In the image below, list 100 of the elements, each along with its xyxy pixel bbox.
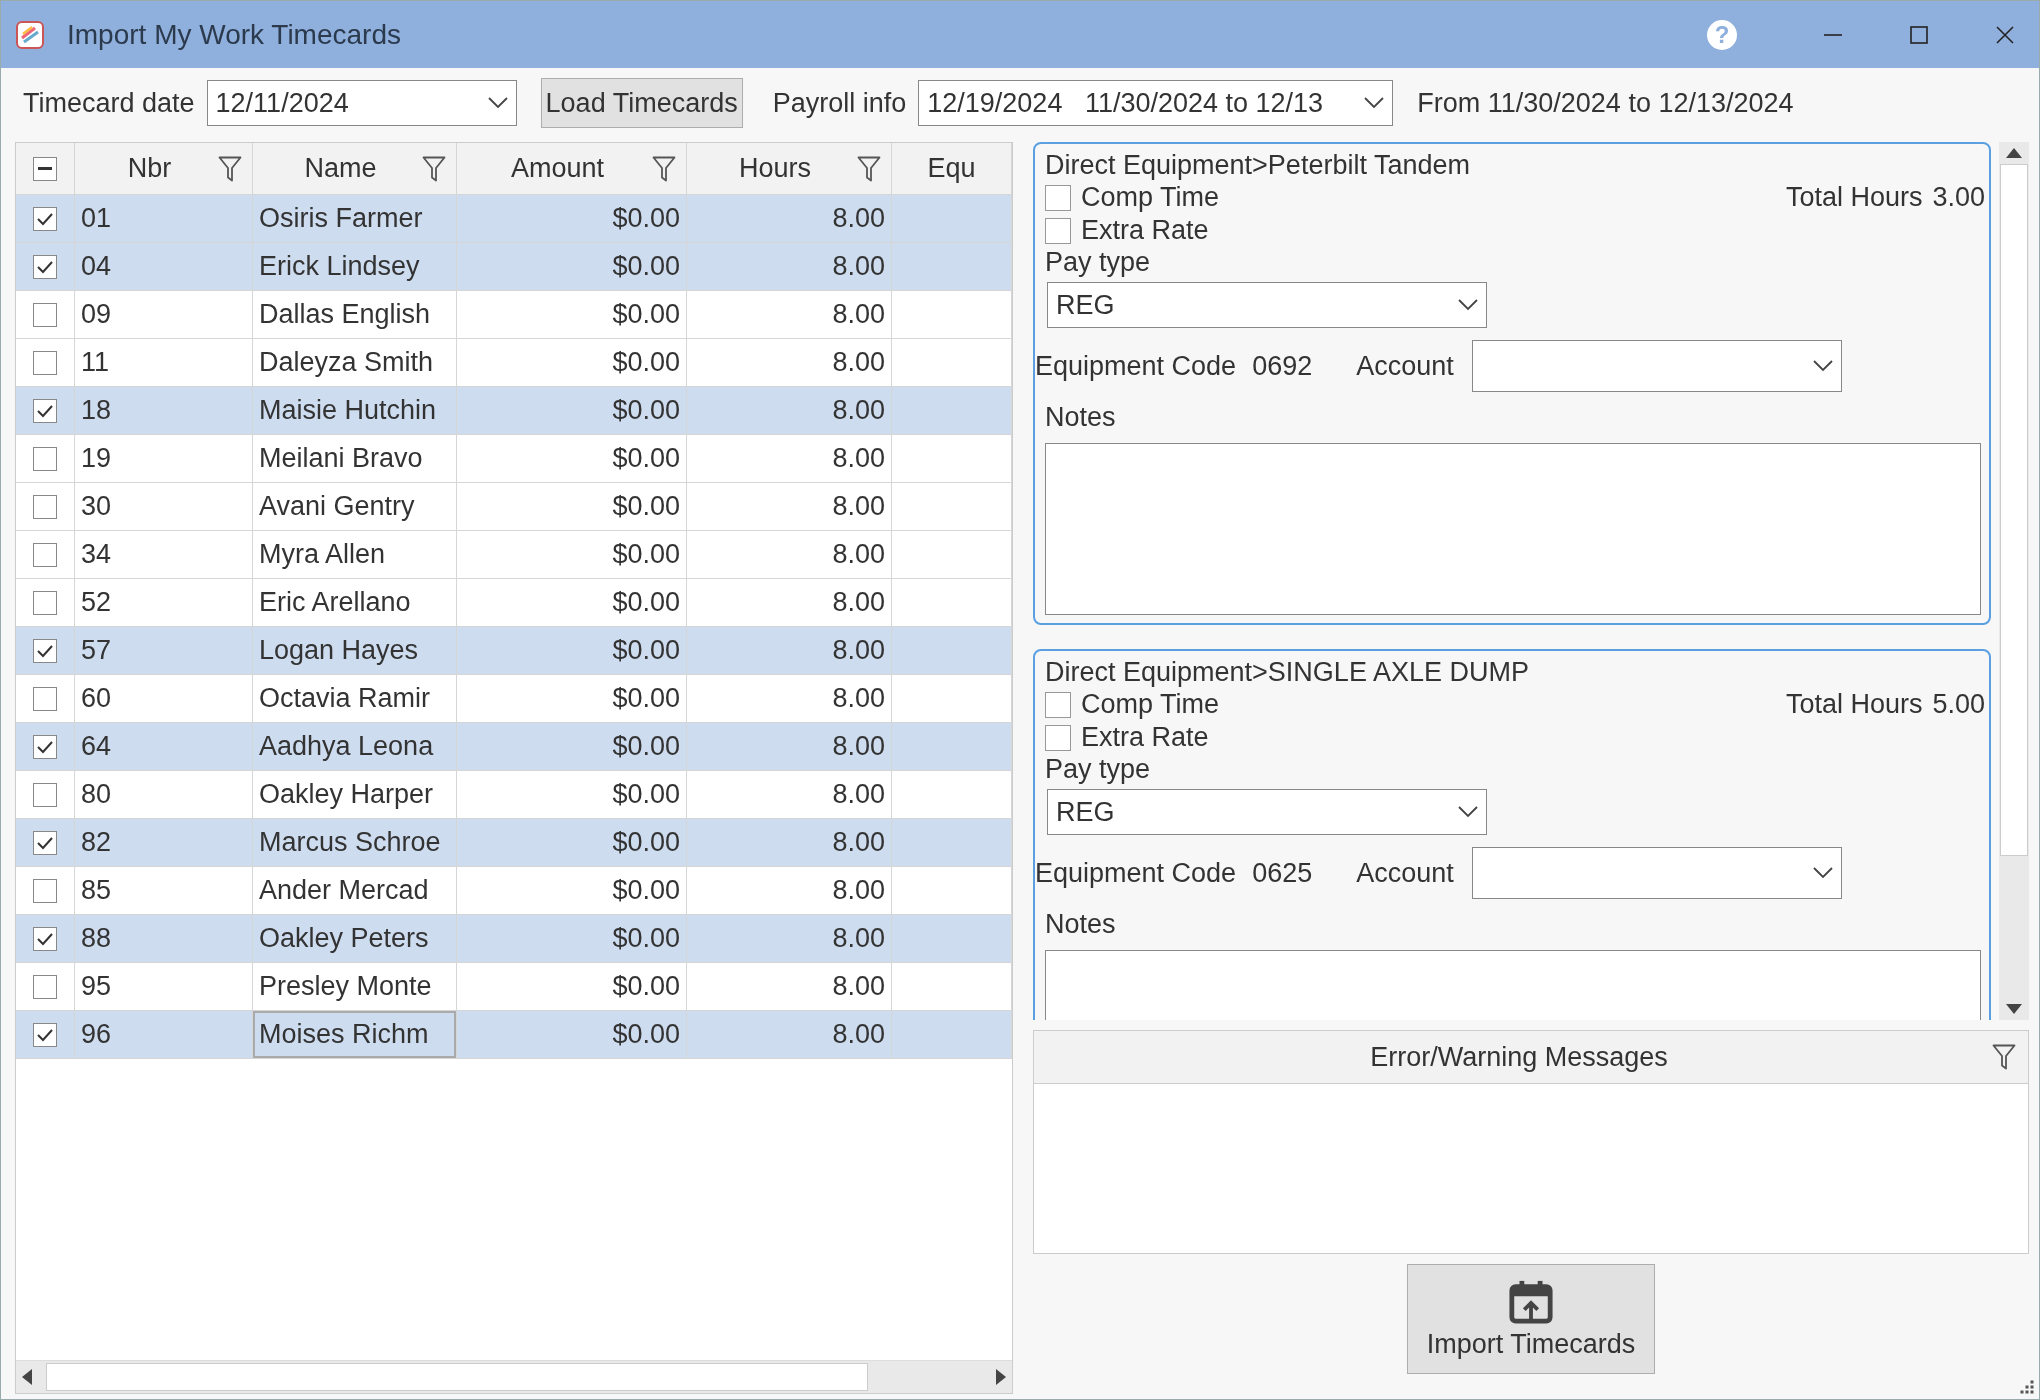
table-cell: 30 <box>81 491 112 522</box>
resize-grip-icon[interactable] <box>2019 1379 2035 1395</box>
scroll-down-icon[interactable] <box>2006 1004 2022 1014</box>
account-dropdown[interactable] <box>1471 847 1842 899</box>
calendar-upload-icon <box>1508 1278 1554 1325</box>
option-checkbox[interactable] <box>1045 217 1071 244</box>
table-cell: $0.00 <box>612 251 680 282</box>
filter-icon[interactable] <box>857 155 881 182</box>
pay-type-dropdown[interactable]: REG <box>1047 789 1487 835</box>
table-cell: 8.00 <box>832 347 885 378</box>
horizontal-scrollbar[interactable] <box>16 1360 1012 1393</box>
row-checkbox[interactable] <box>33 926 57 951</box>
row-checkbox[interactable] <box>33 638 57 663</box>
table-cell: $0.00 <box>612 491 680 522</box>
table-cell: 96 <box>81 1019 112 1050</box>
table-cell: 09 <box>81 299 112 330</box>
row-checkbox[interactable] <box>33 686 57 711</box>
chevron-down-icon <box>1812 867 1833 879</box>
payroll-info-dropdown[interactable]: 12/19/2024 11/30/2024 to 12/13 <box>918 80 1394 126</box>
table-cell: $0.00 <box>612 875 680 906</box>
table-cell: 8.00 <box>832 443 885 474</box>
table-cell: Osiris Farmer <box>259 203 423 234</box>
checkbox-label[interactable]: Extra Rate <box>1081 722 1209 753</box>
filter-icon[interactable] <box>1992 1044 2016 1070</box>
row-checkbox[interactable] <box>33 878 57 903</box>
option-checkbox[interactable] <box>1045 184 1071 211</box>
column-header[interactable]: Equ <box>902 153 1001 184</box>
timecard-date-dropdown[interactable]: 12/11/2024 <box>206 80 517 126</box>
table-row[interactable]: 18 Maisie Hutchin $0.00 8.00 <box>16 387 1012 435</box>
table-cell: Meilani Bravo <box>259 443 423 474</box>
pay-type-label: Pay type <box>1045 247 1152 278</box>
row-checkbox[interactable] <box>33 350 57 375</box>
table-cell: Marcus Schroe <box>259 827 441 858</box>
row-checkbox[interactable] <box>33 734 57 759</box>
filter-icon[interactable] <box>218 155 242 182</box>
table-row[interactable]: 34 Myra Allen $0.00 8.00 <box>16 531 1012 579</box>
table-row[interactable]: 04 Erick Lindsey $0.00 8.00 <box>16 243 1012 291</box>
row-checkbox[interactable] <box>33 254 57 279</box>
timecard-date-label: Timecard date <box>23 87 195 119</box>
row-checkbox[interactable] <box>33 590 57 615</box>
load-timecards-button[interactable]: Load Timecards <box>540 78 743 128</box>
equipment-code-value: 0692 <box>1252 350 1313 382</box>
checkbox-label[interactable]: Comp Time <box>1081 182 1220 213</box>
row-checkbox[interactable] <box>33 302 57 327</box>
table-cell: Myra Allen <box>259 539 386 570</box>
pay-type-dropdown[interactable]: REG <box>1047 282 1487 328</box>
table-row[interactable]: 82 Marcus Schroe $0.00 8.00 <box>16 819 1012 867</box>
checkbox-label[interactable]: Comp Time <box>1081 689 1220 720</box>
payroll-info-label: Payroll info <box>772 87 907 119</box>
chevron-down-icon <box>1364 97 1385 109</box>
period-text: From 11/30/2024 to 12/13/2024 <box>1417 87 1794 119</box>
table-cell: 34 <box>81 539 112 570</box>
column-header[interactable]: Nbr <box>85 153 214 184</box>
row-checkbox[interactable] <box>33 446 57 471</box>
table-row[interactable]: 57 Logan Hayes $0.00 8.00 <box>16 627 1012 675</box>
scroll-right-icon[interactable] <box>996 1369 1006 1385</box>
row-checkbox[interactable] <box>33 206 57 231</box>
table-cell: 8.00 <box>832 875 885 906</box>
filter-icon[interactable] <box>422 155 446 182</box>
column-header[interactable]: Name <box>263 153 418 184</box>
table-row[interactable]: 19 Meilani Bravo $0.00 8.00 <box>16 435 1012 483</box>
row-checkbox[interactable] <box>33 1022 57 1047</box>
table-row[interactable]: 09 Dallas English $0.00 8.00 <box>16 291 1012 339</box>
table-cell: 82 <box>81 827 112 858</box>
column-header[interactable]: Hours <box>697 153 853 184</box>
row-checkbox[interactable] <box>33 398 57 423</box>
table-row[interactable]: 96 Moises Richm $0.00 8.00 <box>16 1011 1012 1059</box>
table-cell: $0.00 <box>612 347 680 378</box>
scroll-up-icon[interactable] <box>2006 148 2022 158</box>
table-cell: $0.00 <box>612 923 680 954</box>
row-checkbox[interactable] <box>33 830 57 855</box>
table-cell: 52 <box>81 587 112 618</box>
notes-field[interactable] <box>1045 443 1981 615</box>
scroll-left-icon[interactable] <box>22 1369 32 1385</box>
row-checkbox[interactable] <box>33 974 57 999</box>
row-checkbox[interactable] <box>33 494 57 519</box>
table-cell: 8.00 <box>832 299 885 330</box>
table-cell: 8.00 <box>832 395 885 426</box>
row-checkbox[interactable] <box>33 542 57 567</box>
table-cell: 57 <box>81 635 112 666</box>
table-cell: Oakley Harper <box>259 779 434 810</box>
table-cell: Avani Gentry <box>259 491 415 522</box>
table-cell: Dallas English <box>259 299 431 330</box>
table-row[interactable]: 30 Avani Gentry $0.00 8.00 <box>16 483 1012 531</box>
account-dropdown[interactable] <box>1471 340 1842 392</box>
filter-icon[interactable] <box>652 155 676 182</box>
table-row[interactable]: 64 Aadhya Leona $0.00 8.00 <box>16 723 1012 771</box>
row-checkbox[interactable] <box>33 782 57 807</box>
vertical-scrollbar[interactable] <box>1999 142 2029 1020</box>
table-row[interactable]: 01 Osiris Farmer $0.00 8.00 <box>16 195 1012 243</box>
import-timecards-button[interactable]: Import Timecards <box>1407 1264 1655 1374</box>
table-cell: $0.00 <box>612 203 680 234</box>
table-cell: $0.00 <box>612 395 680 426</box>
option-checkbox[interactable] <box>1045 724 1071 751</box>
option-checkbox[interactable] <box>1045 691 1071 718</box>
table-row[interactable]: 88 Oakley Peters $0.00 8.00 <box>16 915 1012 963</box>
card-title: Direct Equipment>Peterbilt Tandem <box>1045 150 1471 181</box>
checkbox-label[interactable]: Extra Rate <box>1081 215 1209 246</box>
select-all-checkbox[interactable] <box>33 156 57 181</box>
column-header[interactable]: Amount <box>467 153 648 184</box>
